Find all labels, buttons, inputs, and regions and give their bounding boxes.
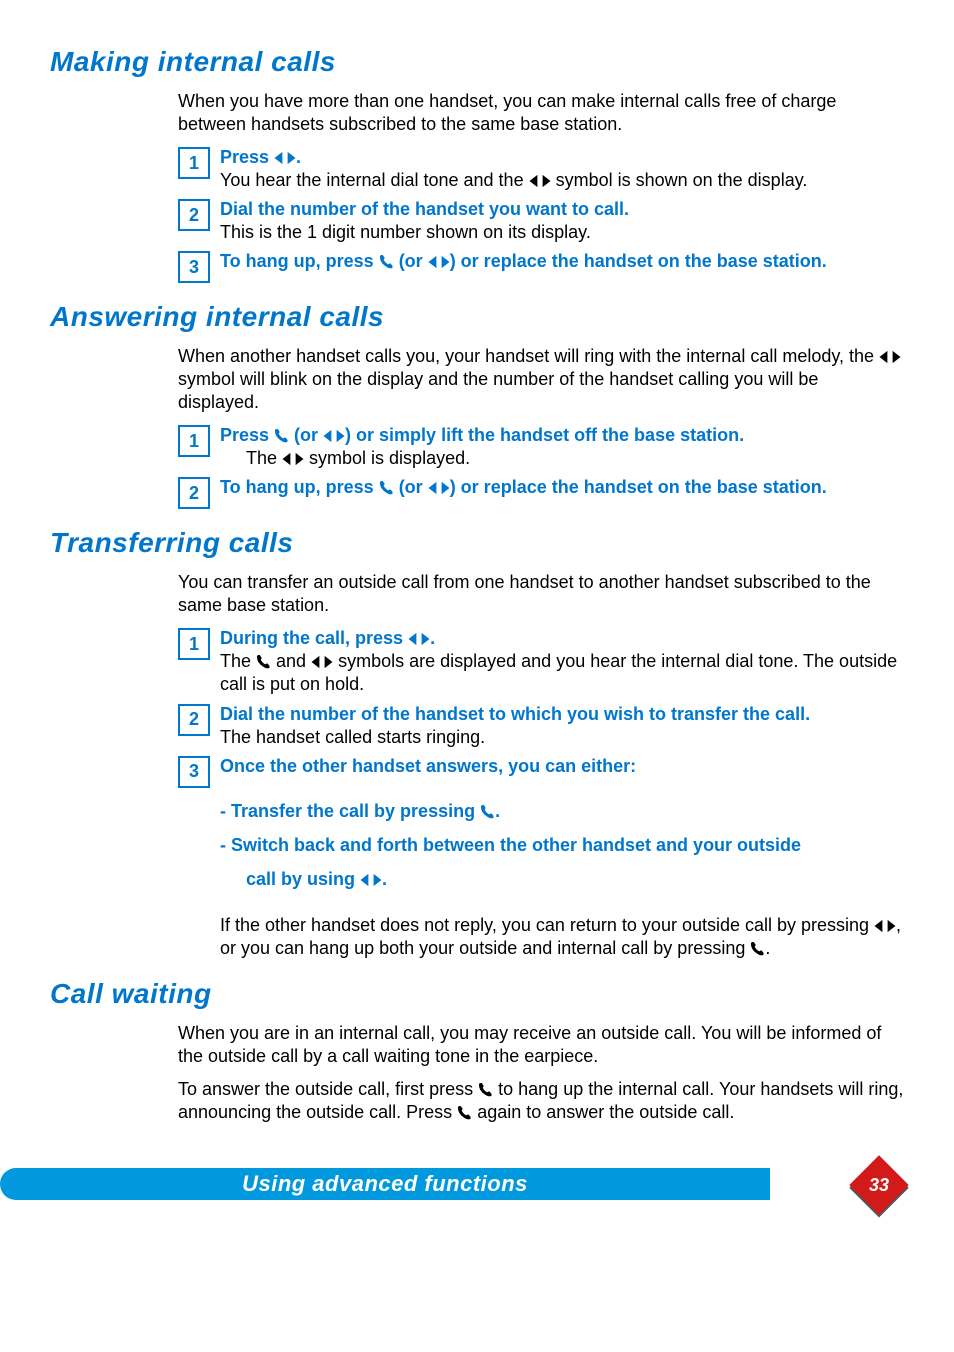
left-right-icon [323,429,345,443]
instr-text: (or [394,477,428,497]
left-right-icon [529,174,551,188]
phone-icon [256,654,271,669]
instr-text: Dial the number of the handset you want … [220,199,629,219]
transferring-intro: You can transfer an outside call from on… [178,571,904,617]
left-right-icon [879,350,901,364]
instr-text: Once the other handset answers, you can … [220,756,636,776]
transferring-step-1: 1 During the call, press . The and symbo… [178,627,904,696]
step-number: 2 [178,704,210,736]
footer-bar: Using advanced functions [0,1168,770,1200]
left-right-icon [360,873,382,887]
p2-text: again to answer the outside call. [472,1102,734,1122]
opt-text: - Transfer the call by pressing [220,801,480,821]
left-right-icon [428,255,450,269]
making-step-1: 1 Press . You hear the internal dial ton… [178,146,904,192]
left-right-icon [282,452,304,466]
transfer-option-2b: call by using . [246,862,904,896]
step-number: 1 [178,425,210,457]
instr-text: ) or replace the handset on the base sta… [450,251,827,271]
instr-text: ) or replace the handset on the base sta… [450,477,827,497]
callwaiting-p2: To answer the outside call, first press … [178,1078,904,1124]
making-step-2: 2 Dial the number of the handset you wan… [178,198,904,244]
transferring-step-3: 3 Once the other handset answers, you ca… [178,755,904,788]
step-number: 1 [178,628,210,660]
left-right-icon [428,481,450,495]
instr-text: Press [220,425,274,445]
step-number: 3 [178,251,210,283]
phone-icon [478,1082,493,1097]
opt-text: . [382,869,387,889]
step-number: 2 [178,477,210,509]
note-text: . [765,938,770,958]
instr-text: . [296,147,301,167]
step-number: 1 [178,147,210,179]
section-title-answering: Answering internal calls [50,301,904,333]
answering-step-2: 2 To hang up, press (or ) or replace the… [178,476,904,509]
step-body-text: symbol is displayed. [304,448,470,468]
p2-text: To answer the outside call, first press [178,1079,478,1099]
left-right-icon [408,632,430,646]
instr-text: To hang up, press [220,477,379,497]
page-number-badge: 33 [854,1160,904,1210]
instr-text: ) or simply lift the handset off the bas… [345,425,744,445]
opt-text: call by using [246,869,360,889]
phone-icon [480,804,495,819]
left-right-icon [311,655,333,669]
step-body-text: and [271,651,311,671]
instr-text: (or [289,425,323,445]
opt-text: . [495,801,500,821]
instr-text: (or [394,251,428,271]
left-right-icon [874,919,896,933]
page-number: 33 [854,1160,904,1210]
answering-intro: When another handset calls you, your han… [178,345,904,414]
phone-icon [750,941,765,956]
phone-icon [379,480,394,495]
section-title-callwaiting: Call waiting [50,978,904,1010]
section-title-making: Making internal calls [50,46,904,78]
instr-text: Press [220,147,274,167]
step-number: 2 [178,199,210,231]
note-text: If the other handset does not reply, you… [220,915,874,935]
callwaiting-p1: When you are in an internal call, you ma… [178,1022,904,1068]
section-title-transferring: Transferring calls [50,527,904,559]
instr-text: During the call, press [220,628,408,648]
step-number: 3 [178,756,210,788]
step-body-text: The handset called starts ringing. [220,727,485,747]
phone-icon [457,1105,472,1120]
transfer-option-1: - Transfer the call by pressing . [220,794,904,828]
instr-text: Dial the number of the handset to which … [220,704,810,724]
transfer-note: If the other handset does not reply, you… [220,914,904,960]
making-step-3: 3 To hang up, press (or ) or replace the… [178,250,904,283]
step-body-text: The [246,448,282,468]
step-body-text: symbol is shown on the display. [551,170,808,190]
making-intro: When you have more than one handset, you… [178,90,904,136]
phone-icon [274,428,289,443]
step-body-text: The [220,651,256,671]
instr-text: . [430,628,435,648]
phone-icon [379,254,394,269]
left-right-icon [274,151,296,165]
intro-text: When another handset calls you, your han… [178,346,879,366]
transfer-option-2: - Switch back and forth between the othe… [220,828,904,862]
step-body-text: This is the 1 digit number shown on its … [220,222,591,242]
intro-text: symbol will blink on the display and the… [178,369,818,412]
instr-text: To hang up, press [220,251,379,271]
step-body-text: You hear the internal dial tone and the [220,170,529,190]
answering-step-1: 1 Press (or ) or simply lift the handset… [178,424,904,470]
page-footer: Using advanced functions 33 [0,1162,954,1208]
transferring-step-2: 2 Dial the number of the handset to whic… [178,703,904,749]
